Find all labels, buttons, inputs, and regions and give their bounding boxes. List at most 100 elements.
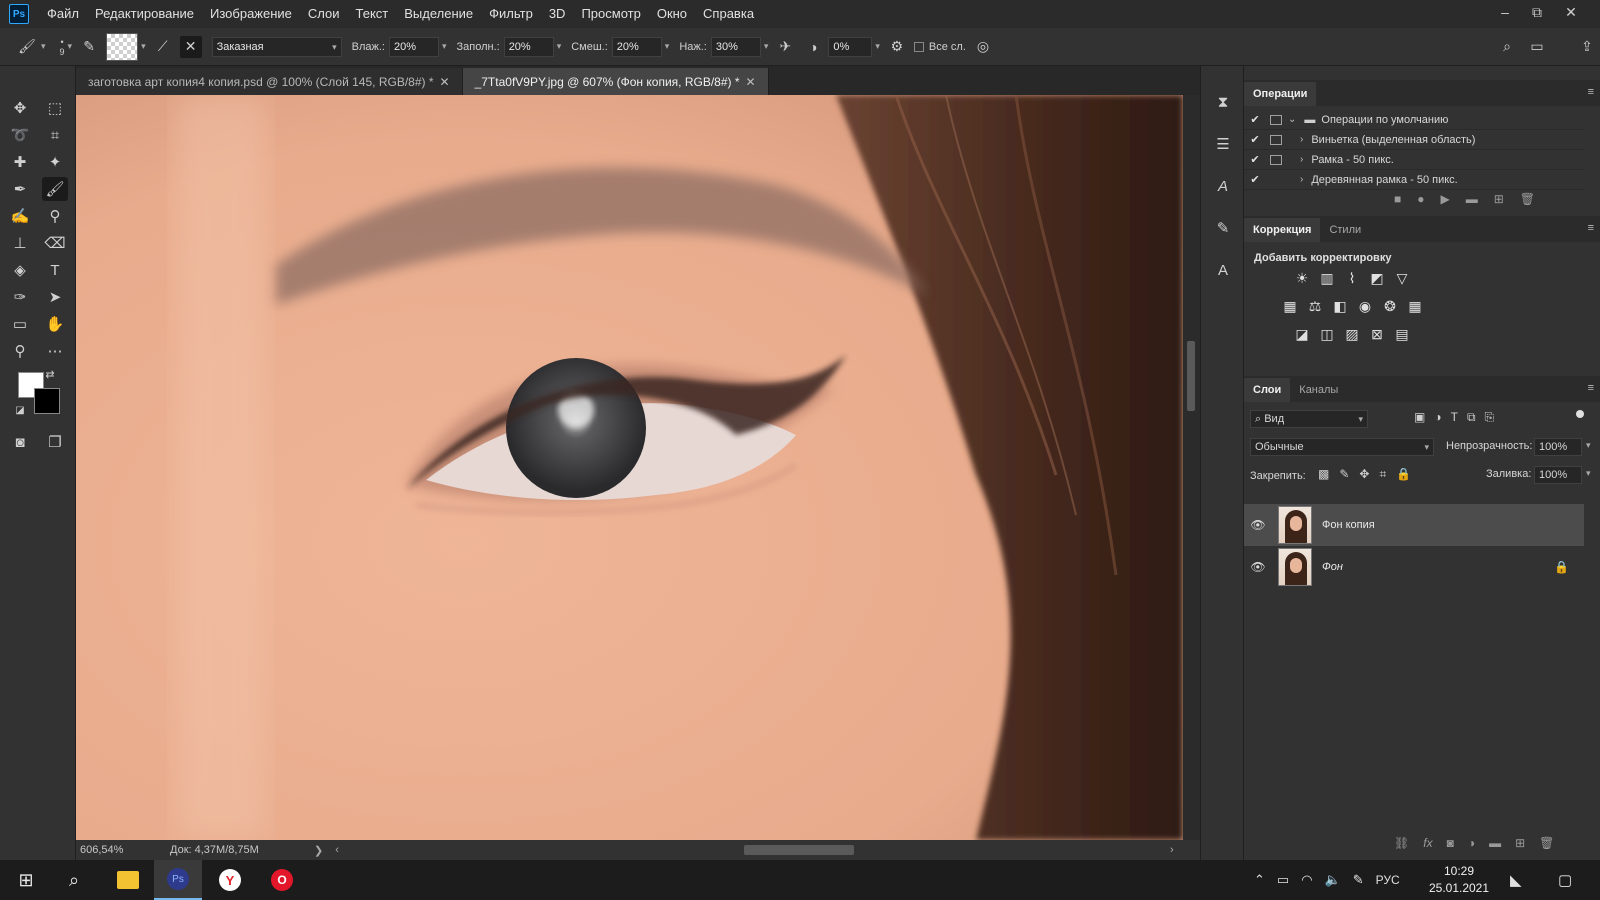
character-panel-icon[interactable]: A: [1209, 174, 1237, 198]
check-icon[interactable]: ✔: [1244, 153, 1266, 166]
zoom-tool-icon[interactable]: ⚲: [7, 339, 33, 363]
photoshop-logo[interactable]: Ps: [9, 4, 29, 24]
photo-filter-icon[interactable]: ◉: [1355, 296, 1375, 316]
menu-image[interactable]: Изображение: [202, 0, 300, 28]
brightness-icon[interactable]: ☀: [1292, 268, 1312, 288]
chevron-right-icon[interactable]: ›: [1300, 154, 1303, 165]
menu-file[interactable]: Файл: [39, 0, 87, 28]
airbrush-icon[interactable]: ✈: [774, 36, 796, 58]
close-icon[interactable]: ✕: [746, 75, 756, 89]
language-indicator[interactable]: РУС: [1376, 873, 1400, 887]
wifi-icon[interactable]: ◠: [1301, 872, 1312, 888]
lasso-tool-icon[interactable]: ➰: [7, 123, 33, 147]
chevron-up-icon[interactable]: ⌃: [1254, 872, 1265, 888]
vibrance-icon[interactable]: ▽: [1392, 268, 1412, 288]
default-colors-icon[interactable]: ◪: [12, 402, 28, 418]
chevron-right-icon[interactable]: ›: [1300, 134, 1303, 145]
fill-dropdown-icon[interactable]: ▾: [1586, 468, 1591, 479]
search-icon[interactable]: ⌕: [1496, 36, 1518, 58]
pressure-icon[interactable]: ◎: [972, 36, 994, 58]
check-icon[interactable]: ✔: [1244, 173, 1266, 186]
hue-saturation-icon[interactable]: ▦: [1280, 296, 1300, 316]
wet-dropdown-icon[interactable]: ▾: [442, 41, 447, 52]
tab-psd-document[interactable]: заготовка арт копия4 копия.psd @ 100% (С…: [76, 68, 463, 95]
quick-mask-icon[interactable]: ◙: [7, 430, 33, 454]
smoothing-icon[interactable]: ◑: [802, 36, 824, 58]
action-row[interactable]: ✔ › Деревянная рамка - 50 пикс.: [1244, 170, 1584, 190]
pen-icon[interactable]: ✎: [1353, 872, 1364, 888]
gear-icon[interactable]: ⚙: [886, 36, 908, 58]
properties-panel-icon[interactable]: ☰: [1209, 132, 1237, 156]
current-load-swatch[interactable]: [106, 32, 139, 61]
selective-color-icon[interactable]: ⊠: [1367, 324, 1387, 344]
swap-colors-icon[interactable]: ⇄: [42, 366, 58, 382]
hand-tool-icon[interactable]: ✋: [42, 312, 68, 336]
stamp-tool-icon[interactable]: ⊥: [7, 231, 33, 255]
scroll-right-arrow[interactable]: ›: [1170, 844, 1174, 856]
smart-object-filter-icon[interactable]: ⎘: [1485, 410, 1495, 425]
dialog-toggle-icon[interactable]: [1270, 154, 1282, 165]
canvas-vertical-scrollbar[interactable]: [1183, 95, 1200, 840]
restore-button[interactable]: ⧉: [1522, 0, 1552, 24]
menu-select[interactable]: Выделение: [396, 0, 481, 28]
tab-layers[interactable]: Слои: [1244, 378, 1291, 402]
posterize-icon[interactable]: ◫: [1317, 324, 1337, 344]
clock[interactable]: 10:29 25.01.2021: [1424, 863, 1494, 897]
load-field[interactable]: 20%: [503, 36, 554, 57]
more-tools-icon[interactable]: ⋯: [42, 339, 68, 363]
menu-window[interactable]: Окно: [649, 0, 695, 28]
app-tray-icon[interactable]: ◣: [1510, 860, 1522, 900]
vertical-scroll-thumb[interactable]: [1187, 341, 1195, 411]
chevron-down-icon[interactable]: ⌄: [1288, 114, 1296, 125]
folder-icon[interactable]: ▬: [1466, 192, 1478, 206]
tab-jpg-document[interactable]: _7Tta0fV9PY.jpg @ 607% (Фон копия, RGB/8…: [462, 68, 769, 95]
gradient-tool-icon[interactable]: ◈: [7, 258, 33, 282]
menu-type[interactable]: Текст: [348, 0, 397, 28]
flow-field[interactable]: 30%: [710, 36, 761, 57]
notifications-icon[interactable]: ▢: [1558, 860, 1572, 900]
eyedropper-tool-icon[interactable]: ✒: [7, 177, 33, 201]
adjustment-layer-icon[interactable]: ◑: [1468, 836, 1475, 850]
lock-transparency-icon[interactable]: ▩: [1318, 467, 1329, 482]
mixer-brush-tool-icon[interactable]: 🖌: [42, 177, 68, 201]
marquee-tool-icon[interactable]: ⬚: [42, 96, 68, 120]
lock-all-icon[interactable]: 🔒: [1396, 467, 1411, 482]
crop-tool-icon[interactable]: ⌗: [42, 123, 68, 147]
filter-toggle[interactable]: [1576, 410, 1584, 418]
fill-field[interactable]: 100%: [1534, 466, 1582, 484]
check-icon[interactable]: ✔: [1244, 133, 1266, 146]
layer-row-background[interactable]: 👁 Фон 🔒: [1244, 546, 1584, 588]
opacity-dropdown-icon[interactable]: ▾: [1586, 440, 1591, 451]
panel-menu-icon[interactable]: ≡: [1588, 222, 1594, 234]
trash-icon[interactable]: 🗑: [1539, 836, 1554, 850]
photoshop-taskbar-icon[interactable]: Ps: [154, 860, 202, 900]
chevron-right-icon[interactable]: ›: [1300, 174, 1303, 185]
exposure-icon[interactable]: ◩: [1367, 268, 1387, 288]
panel-menu-icon[interactable]: ≡: [1588, 86, 1594, 98]
new-group-icon[interactable]: ▬: [1489, 836, 1501, 850]
close-icon[interactable]: ✕: [440, 75, 450, 89]
dialog-toggle-icon[interactable]: [1270, 114, 1282, 125]
layer-filter-select[interactable]: ⌕ Вид ▾: [1250, 410, 1368, 428]
stop-icon[interactable]: ■: [1394, 192, 1401, 206]
path-selection-tool-icon[interactable]: ➤: [42, 285, 68, 309]
menu-help[interactable]: Справка: [695, 0, 762, 28]
tab-actions[interactable]: Операции: [1244, 82, 1317, 106]
brush-settings-panel-icon[interactable]: ✎: [1209, 216, 1237, 240]
yandex-browser-icon[interactable]: Y: [206, 860, 254, 900]
wet-field[interactable]: 20%: [388, 36, 439, 57]
preset-select[interactable]: Заказная ▾: [211, 36, 342, 57]
minimize-button[interactable]: –: [1490, 0, 1520, 24]
volume-icon[interactable]: 🔈: [1325, 872, 1341, 888]
black-white-icon[interactable]: ◧: [1330, 296, 1350, 316]
link-layers-icon[interactable]: ⛓: [1394, 836, 1409, 850]
mix-dropdown-icon[interactable]: ▾: [665, 41, 670, 52]
opacity-field[interactable]: 100%: [1534, 438, 1582, 456]
adjustment-filter-icon[interactable]: ◑: [1434, 410, 1441, 425]
battery-icon[interactable]: ▭: [1277, 872, 1289, 888]
load-value-dropdown-icon[interactable]: ▾: [557, 41, 562, 52]
tab-adjustments[interactable]: Коррекция: [1244, 218, 1321, 242]
type-filter-icon[interactable]: T: [1451, 410, 1458, 425]
history-panel-icon[interactable]: ⧗: [1209, 90, 1237, 114]
new-action-icon[interactable]: ⊞: [1494, 192, 1504, 206]
